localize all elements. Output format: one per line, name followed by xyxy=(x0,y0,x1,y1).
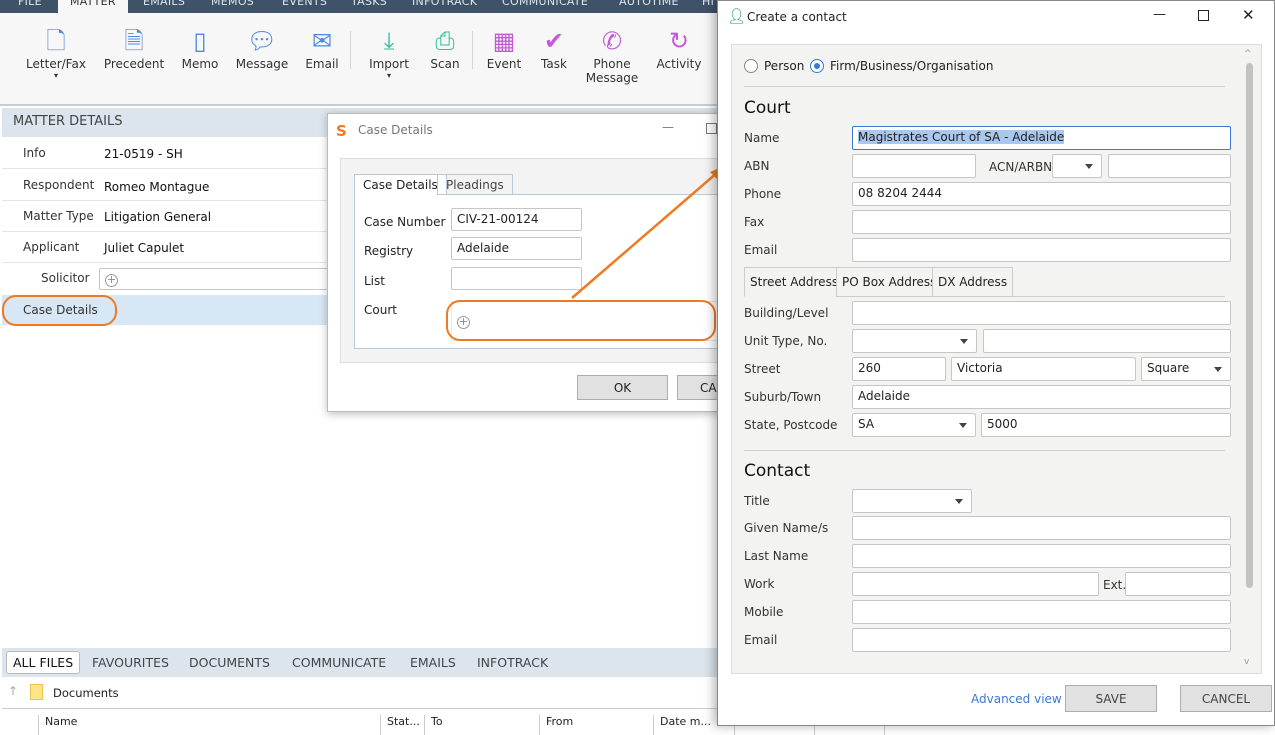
acn-input[interactable] xyxy=(1108,154,1231,178)
folder-icon xyxy=(30,684,43,700)
unit-type-select[interactable] xyxy=(852,329,977,353)
phone-message-button[interactable]: ✆ Phone Message xyxy=(577,25,647,85)
nav-tab-memos[interactable]: MEMOS xyxy=(211,0,254,8)
nav-tab-autotime[interactable]: AUTOTIME xyxy=(619,0,679,8)
person-radio[interactable] xyxy=(744,59,758,73)
breadcrumb: ↑ Documents xyxy=(2,680,717,706)
precedent-icon: 🗎 xyxy=(124,27,144,55)
nav-tab-infotrack[interactable]: INFOTRACK xyxy=(412,0,477,8)
chevron-down-icon: ▾ xyxy=(53,71,58,80)
title-select[interactable] xyxy=(852,489,972,513)
column-to[interactable]: To xyxy=(424,715,443,735)
email-icon: ✉ xyxy=(311,27,333,55)
column-date-modified[interactable]: Date m... xyxy=(653,715,711,735)
street-number-input[interactable]: 260 xyxy=(852,357,946,381)
ok-button[interactable]: OK xyxy=(577,375,668,400)
contact-email-input[interactable] xyxy=(852,628,1231,652)
work-phone-input[interactable] xyxy=(852,572,1099,596)
scroll-down-icon[interactable]: v xyxy=(1244,657,1249,667)
court-heading: Court xyxy=(744,98,791,118)
tab-all-files[interactable]: ALL FILES xyxy=(6,651,81,674)
maximize-icon[interactable] xyxy=(1198,10,1209,21)
add-icon[interactable]: + xyxy=(105,274,118,287)
nav-tab-tasks[interactable]: TASKS xyxy=(351,0,387,8)
highlight-annotation xyxy=(446,300,716,341)
tab-pleadings[interactable]: Pleadings xyxy=(437,174,513,195)
cancel-button[interactable]: CANCEL xyxy=(1180,685,1272,712)
letter-icon: 🗋 xyxy=(46,27,66,55)
phone-icon: ✆ xyxy=(601,27,623,55)
tab-street-address[interactable]: Street Address xyxy=(744,267,845,297)
postcode-input[interactable]: 5000 xyxy=(981,413,1231,437)
up-arrow-icon[interactable]: ↑ xyxy=(8,684,18,698)
fax-input[interactable] xyxy=(852,210,1231,234)
scrollbar-thumb[interactable] xyxy=(1246,63,1253,588)
annotation-arrow xyxy=(571,165,726,299)
building-input[interactable] xyxy=(852,301,1231,325)
nav-tab-file[interactable]: FILE xyxy=(18,0,42,8)
nav-tab-events[interactable]: EVENTS xyxy=(282,0,327,8)
extension-input[interactable] xyxy=(1125,572,1231,596)
dialog-title: Case Details xyxy=(358,123,433,137)
scroll-up-icon[interactable]: ^ xyxy=(1244,49,1252,59)
memo-icon: ▯ xyxy=(193,27,207,55)
activity-icon: ↻ xyxy=(668,27,690,55)
given-name-input[interactable] xyxy=(852,516,1231,540)
suburb-input[interactable]: Adelaide xyxy=(852,385,1231,409)
tab-favourites[interactable]: FAVOURITES xyxy=(92,655,169,670)
column-name[interactable]: Name xyxy=(38,715,77,735)
activity-button[interactable]: ↻ Activity xyxy=(644,25,714,71)
chevron-down-icon: ▾ xyxy=(386,71,391,80)
app-logo-icon: S xyxy=(336,122,347,140)
highlight-annotation xyxy=(2,295,117,326)
tab-dx-address[interactable]: DX Address xyxy=(932,267,1014,297)
folder-name[interactable]: Documents xyxy=(53,686,119,700)
minimize-icon[interactable]: — xyxy=(662,120,674,134)
tab-case-details[interactable]: Case Details xyxy=(354,174,447,195)
maximize-icon[interactable] xyxy=(706,123,717,134)
street-type-select[interactable]: Square xyxy=(1141,357,1231,381)
email-input[interactable] xyxy=(852,238,1231,262)
tab-po-box-address[interactable]: PO Box Address xyxy=(836,267,943,297)
column-from[interactable]: From xyxy=(539,715,573,735)
column-status[interactable]: Stat... xyxy=(380,715,420,735)
minimize-icon[interactable]: — xyxy=(1153,7,1166,22)
acn-type-select[interactable] xyxy=(1052,154,1102,178)
state-select[interactable]: SA xyxy=(852,413,976,437)
mobile-input[interactable] xyxy=(852,600,1231,624)
nav-tab-more[interactable]: HI xyxy=(702,0,714,8)
street-name-input[interactable]: Victoria xyxy=(951,357,1136,381)
firm-radio[interactable] xyxy=(810,59,824,73)
nav-tab-matter[interactable]: MATTER xyxy=(58,0,128,13)
dialog-title: Create a contact xyxy=(747,10,847,24)
files-tabs: ALL FILES FAVOURITES DOCUMENTS COMMUNICA… xyxy=(2,648,717,677)
memo-button[interactable]: ▯ Memo xyxy=(165,25,235,71)
phone-input[interactable]: 08 8204 2444 xyxy=(852,182,1231,206)
tab-infotrack[interactable]: INFOTRACK xyxy=(477,655,548,670)
letter-fax-button[interactable]: 🗋 Letter/Fax ▾ xyxy=(21,25,91,80)
last-name-input[interactable] xyxy=(852,544,1231,568)
nav-tab-communicate[interactable]: COMMUNICATE xyxy=(502,0,588,8)
tab-emails[interactable]: EMAILS xyxy=(410,655,456,670)
email-button[interactable]: ✉ Email xyxy=(287,25,357,71)
name-input[interactable]: Magistrates Court of SA - Adelaide xyxy=(852,126,1231,150)
contact-heading: Contact xyxy=(744,461,811,481)
contact-person-icon: 👤︎ xyxy=(727,7,747,25)
create-contact-dialog: 👤︎ Create a contact — ✕ Person Firm/Busi… xyxy=(717,0,1275,726)
abn-input[interactable] xyxy=(852,154,976,178)
unit-no-input[interactable] xyxy=(983,329,1231,353)
tab-communicate[interactable]: COMMUNICATE xyxy=(292,655,386,670)
close-icon[interactable]: ✕ xyxy=(1242,6,1255,24)
precedent-button[interactable]: 🗎 Precedent xyxy=(99,25,169,71)
save-button[interactable]: SAVE xyxy=(1065,685,1157,712)
nav-tab-emails[interactable]: EMAILS xyxy=(143,0,185,8)
advanced-view-link[interactable]: Advanced view xyxy=(971,692,1062,706)
tab-documents[interactable]: DOCUMENTS xyxy=(189,655,270,670)
